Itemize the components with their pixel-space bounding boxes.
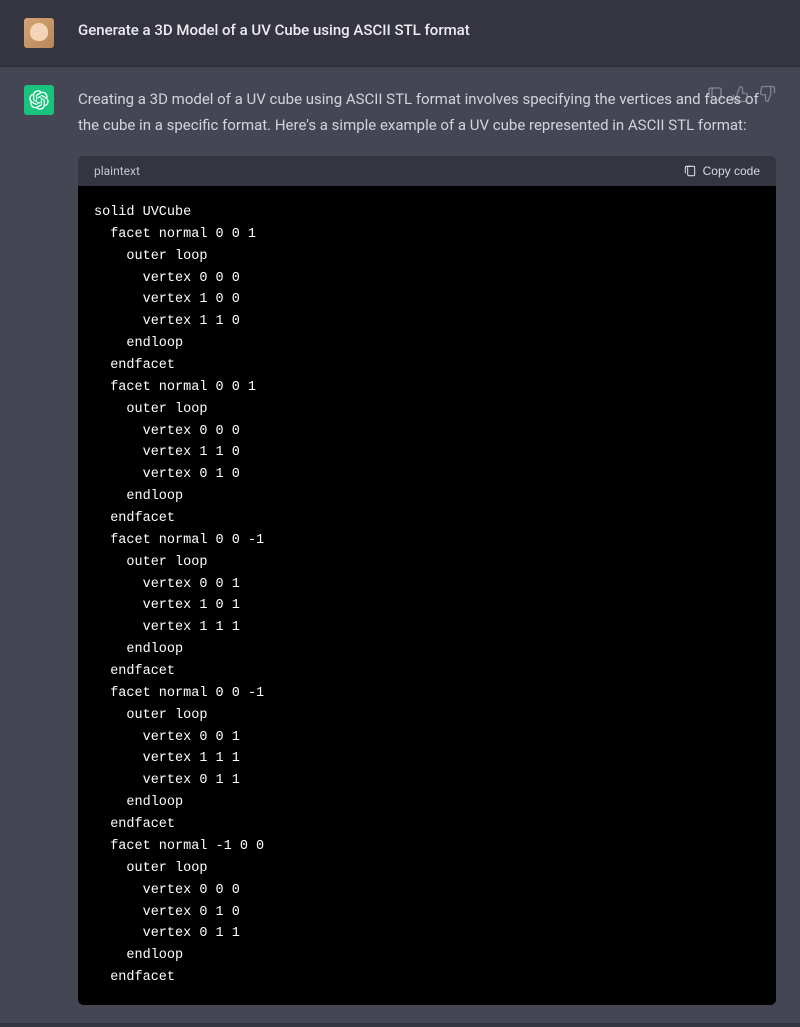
code-header: plaintext Copy code: [78, 156, 776, 186]
copy-code-label: Copy code: [703, 164, 760, 178]
code-block: plaintext Copy code solid UVCube facet n…: [78, 156, 776, 1005]
message-actions: [706, 85, 776, 103]
copy-code-button[interactable]: Copy code: [683, 164, 760, 178]
thumbs-up-icon[interactable]: [732, 85, 750, 103]
user-message-content: Generate a 3D Model of a UV Cube using A…: [78, 18, 776, 41]
clipboard-icon: [683, 164, 697, 178]
openai-logo-icon: [29, 90, 49, 110]
assistant-avatar: [24, 85, 54, 115]
code-language-label: plaintext: [94, 164, 140, 178]
assistant-message-row: Creating a 3D model of a UV cube using A…: [0, 67, 800, 1023]
user-message-row: Generate a 3D Model of a UV Cube using A…: [0, 0, 800, 67]
assistant-message-content: Creating a 3D model of a UV cube using A…: [78, 85, 776, 1005]
assistant-intro-text: Creating a 3D model of a UV cube using A…: [78, 87, 776, 138]
user-message-text: Generate a 3D Model of a UV Cube using A…: [78, 20, 776, 41]
user-avatar: [24, 18, 54, 48]
copy-message-icon[interactable]: [706, 85, 724, 103]
code-content[interactable]: solid UVCube facet normal 0 0 1 outer lo…: [78, 186, 776, 1005]
thumbs-down-icon[interactable]: [758, 85, 776, 103]
